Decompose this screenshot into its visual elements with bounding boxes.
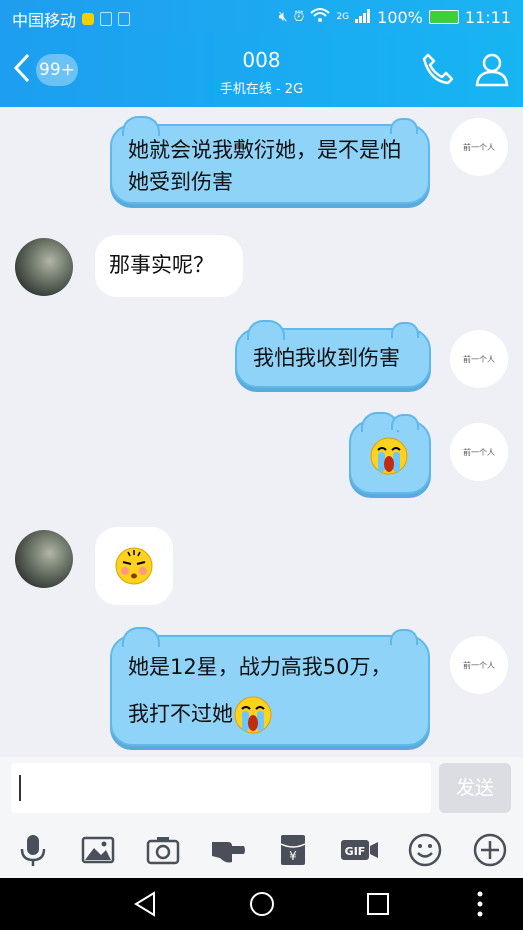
- system-nav-bar: [0, 878, 523, 930]
- my-avatar[interactable]: 前一个人: [450, 118, 508, 176]
- message-bubble[interactable]: 那事实呢？: [95, 235, 243, 297]
- message-bubble[interactable]: 她是12星，战力高我50万， 我打不过她: [110, 627, 430, 746]
- sleepy-face-icon: [115, 547, 153, 585]
- crying-face-icon: [370, 437, 408, 475]
- network-label: 2G: [336, 12, 350, 22]
- message-input[interactable]: [11, 763, 431, 813]
- message-text: 我怕我收到伤害: [253, 346, 400, 370]
- battery-icon: [428, 10, 459, 24]
- message-text: 那事实呢？: [109, 253, 214, 277]
- message-text: 她就会说我敷衍她，是不是怕她受到伤害: [128, 138, 401, 194]
- crying-face-icon: [234, 696, 272, 734]
- text-caret: [19, 775, 21, 801]
- microphone-icon[interactable]: [15, 832, 51, 868]
- time-label: 11:11: [464, 7, 511, 27]
- message-bubble[interactable]: 她就会说我敷衍她，是不是怕她受到伤害: [110, 116, 430, 204]
- red-packet-icon[interactable]: ¥: [275, 832, 311, 868]
- message-bubble[interactable]: [349, 412, 431, 494]
- gif-icon[interactable]: GIF: [340, 832, 380, 868]
- nav-menu-icon[interactable]: [466, 890, 494, 918]
- notification-icon: [118, 12, 131, 26]
- message-bubble[interactable]: 我怕我收到伤害: [235, 320, 431, 388]
- poke-icon[interactable]: [210, 832, 246, 868]
- my-avatar[interactable]: 前一个人: [450, 330, 508, 388]
- svg-text:¥: ¥: [289, 849, 297, 863]
- notification-icon: [100, 12, 113, 26]
- carrier-label: 中国移动: [12, 11, 77, 30]
- my-avatar[interactable]: 前一个人: [450, 636, 508, 694]
- status-bar: 中国移动 🔇︎ ⏰︎ 2G 100% 11:11: [0, 0, 523, 33]
- signal-icon: [355, 8, 371, 27]
- wifi-icon: [310, 7, 331, 27]
- nav-back-icon[interactable]: [132, 890, 160, 918]
- svg-text:GIF: GIF: [345, 845, 366, 858]
- nav-recents-icon[interactable]: [364, 890, 392, 918]
- send-button[interactable]: 发送: [439, 763, 511, 813]
- message-text: 我打不过她: [128, 702, 233, 726]
- emoji-icon[interactable]: [407, 832, 443, 868]
- input-bar: 发送: [0, 757, 523, 820]
- alarm-icon: ⏰︎: [293, 9, 305, 25]
- wechat-notification-icon: [82, 13, 95, 25]
- message-text: 她是12星，战力高我50万，: [128, 655, 392, 679]
- profile-icon[interactable]: [474, 51, 510, 87]
- chat-header: 99+ 008 手机在线 - 2G: [0, 33, 523, 107]
- camera-icon[interactable]: [145, 832, 181, 868]
- nav-home-icon[interactable]: [248, 890, 276, 918]
- mute-icon: 🔇︎: [278, 9, 288, 25]
- plus-icon[interactable]: [472, 832, 508, 868]
- phone-icon[interactable]: [420, 51, 456, 87]
- battery-label: 100%: [377, 7, 423, 27]
- my-avatar[interactable]: 前一个人: [450, 423, 508, 481]
- image-icon[interactable]: [80, 832, 116, 868]
- contact-avatar[interactable]: [15, 530, 73, 588]
- message-list[interactable]: 前一个人 她就会说我敷衍她，是不是怕她受到伤害 那事实呢？ 前一个人 我怕我收到…: [0, 107, 523, 757]
- input-toolbar: ¥ GIF: [0, 820, 523, 878]
- contact-avatar[interactable]: [15, 238, 73, 296]
- message-bubble[interactable]: [95, 527, 173, 605]
